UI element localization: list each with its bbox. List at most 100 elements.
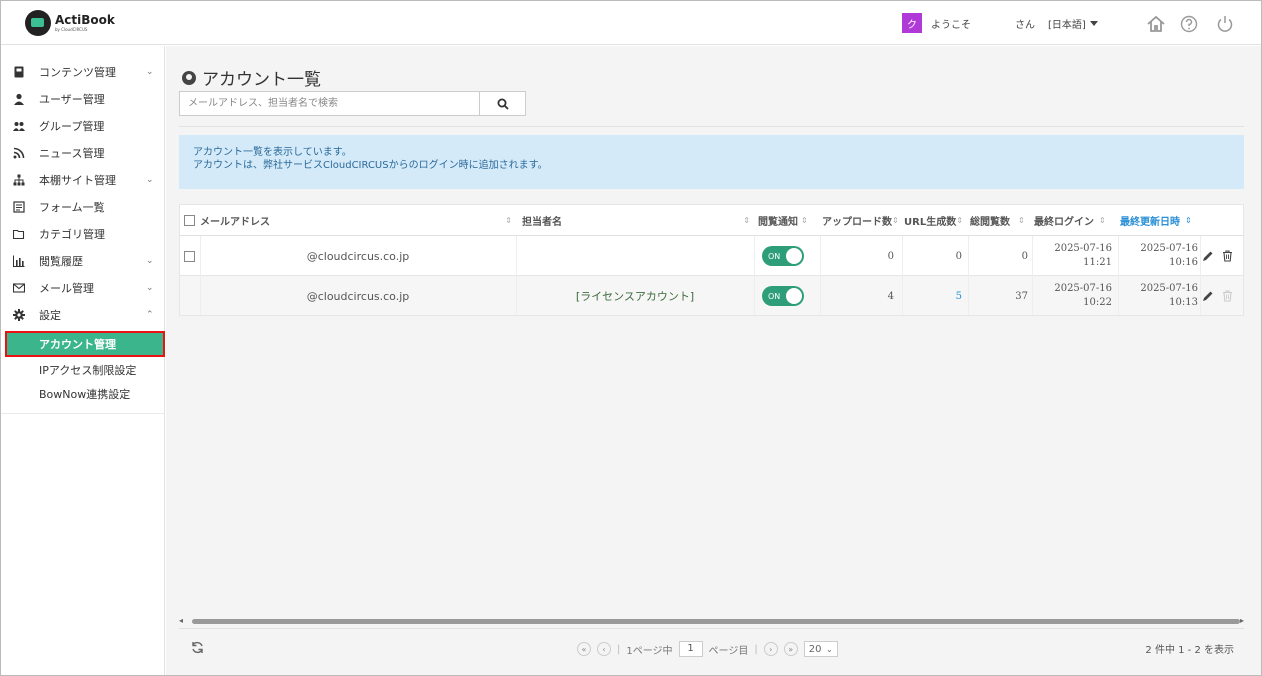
sidebar-item-label: 閲覧履歴 <box>39 254 83 268</box>
time-text: 10:13 <box>1169 297 1198 308</box>
sidebar-item-label: ユーザー管理 <box>39 92 105 106</box>
sidebar-item-settings[interactable]: 設定 ⌃ <box>1 301 165 328</box>
pager-divider: | <box>754 643 758 655</box>
uploads-cell: 0 <box>887 250 894 262</box>
search-box <box>179 91 526 116</box>
urls-cell: 0 <box>955 250 962 262</box>
row-checkbox[interactable] <box>184 250 195 262</box>
column-header-last-login[interactable]: 最終ログイン ⇕ <box>1032 205 1118 236</box>
header-label: メールアドレス <box>200 216 270 228</box>
pager-divider: | <box>617 643 621 655</box>
page-size-value: 20 <box>808 643 822 655</box>
search-input[interactable] <box>180 92 479 115</box>
header-label: 最終ログイン <box>1034 216 1094 228</box>
column-header-email[interactable]: メールアドレス ⇕ <box>180 205 516 236</box>
notify-toggle[interactable]: ON <box>762 246 804 266</box>
edit-icon[interactable] <box>1202 250 1214 262</box>
page-title-text: アカウント一覧 <box>202 70 321 90</box>
sidebar-item-history[interactable]: 閲覧履歴 ⌄ <box>1 247 165 274</box>
sidebar-subitem-label: IPアクセス制限設定 <box>39 363 137 377</box>
gear-icon <box>13 308 25 321</box>
scrollbar-thumb[interactable] <box>192 619 1240 624</box>
sort-desc-icon: ⇕ <box>1185 215 1192 225</box>
mail-icon <box>13 282 25 293</box>
horizontal-scrollbar[interactable]: ◂ ▸ <box>179 616 1244 626</box>
header-label: 閲覧通知 <box>758 216 798 228</box>
scroll-left-icon[interactable]: ◂ <box>179 616 183 625</box>
sidebar-item-mail[interactable]: メール管理 ⌄ <box>1 274 165 301</box>
sidebar-item-users[interactable]: ユーザー管理 <box>1 85 165 112</box>
column-header-urls[interactable]: URL生成数 ⇕ <box>902 205 968 236</box>
uploads-cell: 4 <box>887 290 894 302</box>
chevron-down-icon: ⌄ <box>146 282 154 293</box>
prev-page-icon[interactable]: ‹ <box>597 642 611 656</box>
sidebar-subitem-bownow[interactable]: BowNow連携設定 <box>1 380 165 407</box>
sidebar-subitem-label: アカウント管理 <box>39 338 116 351</box>
language-selector[interactable]: [日本語] <box>1048 16 1098 31</box>
power-icon[interactable] <box>1215 14 1235 34</box>
column-header-updated[interactable]: 最終更新日時 ⇕ <box>1118 205 1243 236</box>
sidebar-item-label: ニュース管理 <box>39 146 105 160</box>
first-page-icon[interactable]: « <box>577 642 591 656</box>
table-row[interactable]: @cloudcircus.co.jp [ライセンスアカウント] ON 4 5 3… <box>180 276 1243 316</box>
toggle-label: ON <box>768 251 781 261</box>
page-size-select[interactable]: 20 ⌄ <box>803 641 838 657</box>
date-text: 2025-07-16 <box>1054 283 1112 294</box>
next-page-icon[interactable]: › <box>763 642 778 656</box>
last-page-icon[interactable]: » <box>783 642 798 656</box>
sidebar-subitem-ip-restriction[interactable]: IPアクセス制限設定 <box>1 356 165 383</box>
sidebar-item-bookshelf[interactable]: 本棚サイト管理 ⌄ <box>1 166 165 193</box>
notify-toggle[interactable]: ON <box>762 286 804 306</box>
sidebar-item-forms[interactable]: フォーム一覧 <box>1 193 165 220</box>
form-icon <box>13 200 25 213</box>
column-header-views[interactable]: 総閲覧数 ⇕ <box>968 205 1032 236</box>
urls-link[interactable]: 5 <box>902 276 962 316</box>
sidebar-item-news[interactable]: ニュース管理 <box>1 139 165 166</box>
caret-down-icon <box>1089 21 1098 26</box>
sidebar-item-categories[interactable]: カテゴリ管理 <box>1 220 165 247</box>
sidebar-subitem-account[interactable]: アカウント管理 <box>5 331 165 357</box>
sidebar-item-groups[interactable]: グループ管理 <box>1 112 165 139</box>
toggle-label: ON <box>768 291 781 301</box>
header-label: 最終更新日時 <box>1120 216 1180 228</box>
users-icon <box>13 121 25 131</box>
info-banner: アカウント一覧を表示しています。 アカウントは、弊社サービスCloudCIRCU… <box>179 135 1244 189</box>
sidebar-item-label: 本棚サイト管理 <box>39 173 116 187</box>
scroll-right-icon[interactable]: ▸ <box>1240 616 1244 625</box>
chevron-down-icon: ⌄ <box>146 66 154 77</box>
pager-text: ページ目 <box>708 645 749 657</box>
top-header: ActiBook by CloudCIRCUS ク ようこそ さん [日本語] <box>1 1 1261 45</box>
sidebar-item-label: フォーム一覧 <box>39 200 105 214</box>
welcome-text: ようこそ <box>931 20 971 31</box>
column-header-uploads[interactable]: アップロード数 ⇕ <box>820 205 902 236</box>
last-login-cell: 2025-07-16 11:21 <box>1032 236 1112 276</box>
refresh-icon[interactable] <box>191 641 204 654</box>
actibook-logo[interactable]: ActiBook by CloudCIRCUS <box>25 10 115 36</box>
sidebar-divider <box>1 413 165 414</box>
email-cell: @cloudcircus.co.jp <box>306 289 410 303</box>
column-header-notify[interactable]: 閲覧通知 ⇕ <box>754 205 820 236</box>
home-icon[interactable] <box>1146 14 1166 34</box>
column-header-person[interactable]: 担当者名 ⇕ <box>516 205 754 236</box>
person-cell <box>516 236 754 276</box>
pagination: « ‹ | 1ページ中 1 ページ目 | › » 20 ⌄ <box>577 641 838 657</box>
edit-icon[interactable] <box>1202 290 1214 302</box>
account-circle-icon <box>182 70 196 85</box>
select-all-checkbox[interactable] <box>184 214 195 226</box>
info-line: アカウント一覧を表示しています。 <box>193 147 352 158</box>
sidebar-item-contents[interactable]: コンテンツ管理 ⌄ <box>1 58 165 85</box>
sidebar-item-label: グループ管理 <box>39 119 105 133</box>
table-row[interactable]: @cloudcircus.co.jp ON 0 0 0 2025-07-16 1… <box>180 236 1243 276</box>
sidebar-item-label: カテゴリ管理 <box>39 227 105 241</box>
page-number-input[interactable]: 1 <box>678 641 703 657</box>
last-login-cell: 2025-07-16 10:22 <box>1032 276 1112 316</box>
help-icon[interactable] <box>1179 14 1199 34</box>
header-label: URL生成数 <box>904 216 957 228</box>
user-icon <box>14 93 24 105</box>
search-button[interactable] <box>479 92 525 115</box>
trash-icon[interactable] <box>1222 250 1233 262</box>
sort-icon: ⇕ <box>956 215 963 225</box>
avatar[interactable]: ク <box>902 13 922 33</box>
date-text: 2025-07-16 <box>1140 283 1198 294</box>
chevron-down-icon: ⌄ <box>146 255 154 266</box>
